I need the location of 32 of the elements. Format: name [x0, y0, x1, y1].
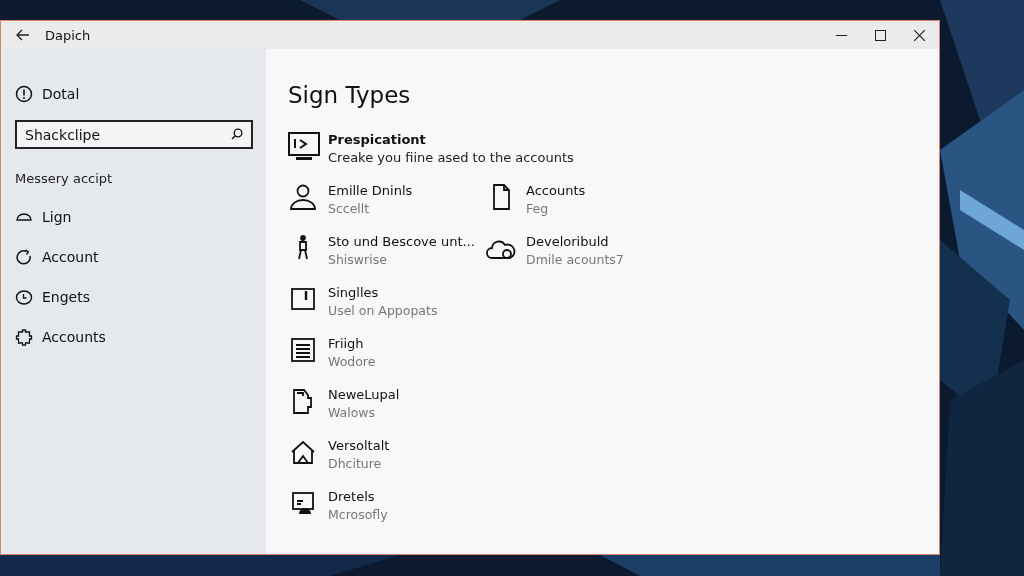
- panel-icon: [288, 285, 318, 313]
- clock-icon: [15, 289, 33, 305]
- option-title: Prespicationt: [328, 132, 427, 147]
- search-icon: [231, 128, 243, 140]
- puzzle-icon: [15, 328, 33, 346]
- close-icon: [914, 29, 925, 41]
- nav-item[interactable]: Accounts: [15, 326, 252, 348]
- option-item[interactable]: Accounts Feg: [486, 183, 684, 216]
- option-description: Creake you fiine ased to the accounts: [328, 150, 574, 165]
- maximize-icon: [875, 29, 886, 41]
- option-item[interactable]: Develoribuld Dmile acounts7: [486, 234, 684, 267]
- sidebar-header: Dotal: [42, 86, 80, 102]
- list-icon: [288, 336, 318, 364]
- option-item[interactable]: NeweLupal Walows: [288, 387, 486, 420]
- search-field[interactable]: Shackclipe: [15, 120, 253, 149]
- page-heading: Sign Types: [288, 82, 412, 108]
- info-icon: [15, 85, 33, 103]
- monitor-icon: [288, 132, 320, 162]
- option-item[interactable]: Sto und Bescove unt... Shiswrise: [288, 234, 486, 267]
- option-item[interactable]: Versoltalt Dhciture: [288, 438, 486, 471]
- option-item[interactable]: Singlles Usel on Appopats: [288, 285, 486, 318]
- nav-item[interactable]: Engets: [15, 286, 252, 308]
- person-icon: [288, 183, 318, 211]
- nav-item[interactable]: Account: [15, 246, 252, 268]
- section-label: Messery accipt: [15, 171, 114, 186]
- window-title: Dapich: [45, 27, 91, 43]
- option-item[interactable]: Emille Dninls Sccellt: [288, 183, 486, 216]
- option-item[interactable]: Dretels Mcrosofly: [288, 489, 486, 522]
- back-arrow-icon: [16, 29, 30, 41]
- nav-item[interactable]: Lign: [15, 206, 252, 228]
- refresh-icon: [15, 248, 33, 266]
- option-item[interactable]: Friigh Wodore: [288, 336, 486, 369]
